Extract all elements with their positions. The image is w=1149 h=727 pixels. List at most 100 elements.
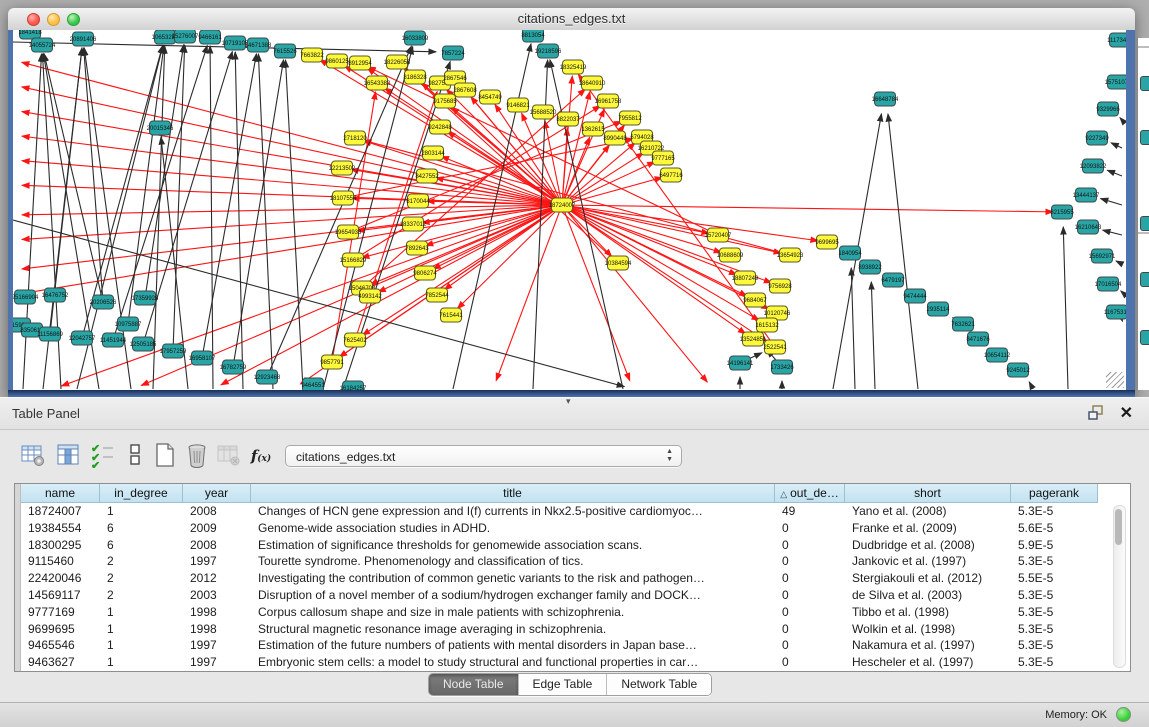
table-row[interactable]: 1872400712008Changes of HCN gene express… [21, 503, 1130, 520]
cell-short: de Silva et al. (2003) [845, 587, 1011, 604]
network-node-label: 7632621 [951, 322, 975, 328]
table-row[interactable]: 2242004622012Investigating the contribut… [21, 570, 1130, 587]
network-node-label: 18724007 [549, 203, 576, 209]
network-edge[interactable] [851, 268, 855, 389]
network-node-label: 10120746 [764, 311, 791, 317]
table-row[interactable]: 977716911998Corpus callosum shape and si… [21, 604, 1130, 621]
column-header-name[interactable]: name [21, 484, 100, 503]
network-edge[interactable] [562, 205, 630, 381]
window-titlebar[interactable]: citations_edges.txt [8, 8, 1135, 31]
network-edge[interactable] [364, 141, 562, 205]
table-row[interactable]: 946554611997Estimation of the future num… [21, 637, 1130, 654]
table-row[interactable]: 969969511998Structural magnetic resonanc… [21, 621, 1130, 638]
network-edge[interactable] [888, 114, 918, 389]
network-node-label: 9699695 [815, 240, 839, 246]
network-edge[interactable] [1111, 143, 1122, 148]
vertical-scrollbar[interactable] [1113, 505, 1126, 668]
cell-short: Yano et al. (2008) [845, 503, 1011, 520]
table-settings-icon[interactable] [18, 441, 48, 471]
network-edge[interactable] [562, 205, 1053, 212]
network-edge[interactable] [210, 46, 213, 389]
column-header-pagerank[interactable]: pagerank [1011, 484, 1098, 503]
network-edge[interactable] [562, 205, 746, 334]
network-edge[interactable] [871, 282, 875, 389]
table-row[interactable]: 911546021997Tourette syndrome. Phenomeno… [21, 553, 1130, 570]
network-edge[interactable] [1101, 199, 1122, 205]
network-edge[interactable] [22, 205, 562, 294]
column-header-year[interactable]: year [183, 484, 251, 503]
table-select-dropdown[interactable]: citations_edges.txt ▲▼ [285, 445, 682, 467]
network-node-label: 16033809 [402, 36, 429, 42]
network-node-label: 9860125 [325, 59, 349, 65]
network-edge[interactable] [562, 143, 635, 205]
select-rows-icon[interactable]: ✔✔✔ [88, 441, 118, 471]
network-edge[interactable] [1107, 170, 1122, 176]
row-height-icon[interactable] [120, 441, 150, 471]
network-edge[interactable] [235, 52, 243, 389]
cell-title: Estimation of significance thresholds fo… [251, 537, 775, 554]
cell-out_degree: 0 [775, 520, 845, 537]
memory-status-label: Memory: OK [1045, 709, 1107, 721]
cell-in_degree: 2 [100, 553, 183, 570]
network-node-label: 10975887 [115, 322, 142, 328]
table-tabbar: Node TableEdge TableNetwork Table [428, 673, 712, 696]
cell-short: Jankovic et al. (1997) [845, 553, 1011, 570]
cell-out_degree: 0 [775, 621, 845, 638]
cell-in_degree: 6 [100, 537, 183, 554]
cell-out_degree: 0 [775, 570, 845, 587]
network-node-label: 16184257 [340, 386, 367, 390]
table-row[interactable]: 1456911722003Disruption of a novel membe… [21, 587, 1130, 604]
network-node-label: 8170044 [406, 199, 430, 205]
column-header-in_degree[interactable]: in_degree [100, 484, 183, 503]
import-table-disabled-icon[interactable] [214, 441, 244, 471]
table-row[interactable]: 946362711997Embryonic stem cells: a mode… [21, 654, 1130, 671]
tab-node-table[interactable]: Node Table [429, 674, 519, 695]
cell-in_degree: 2 [100, 587, 183, 604]
network-edge[interactable] [84, 48, 103, 302]
network-edge[interactable] [258, 54, 273, 389]
network-edge[interactable] [23, 54, 42, 389]
column-header-out_degree[interactable]: △out_de… [775, 484, 845, 503]
cell-title: Disruption of a novel member of a sodium… [251, 587, 775, 604]
column-visibility-icon[interactable] [53, 441, 83, 471]
cell-pagerank: 5.9E-5 [1011, 537, 1098, 554]
network-edge[interactable] [1122, 320, 1123, 321]
cell-name: 14569117 [21, 587, 100, 604]
window-resize-grip[interactable] [1106, 372, 1124, 388]
close-panel-icon[interactable]: ✕ [1120, 403, 1133, 423]
network-edge[interactable] [1103, 230, 1122, 235]
network-edge[interactable] [562, 205, 818, 241]
cell-year: 1997 [183, 654, 251, 671]
network-node-label: 2522541 [763, 345, 787, 351]
scrollbar-thumb[interactable] [1115, 509, 1122, 545]
network-edge[interactable] [1029, 382, 1033, 389]
network-canvas[interactable]: 1872400789129541822605816543382818632898… [13, 30, 1126, 390]
delete-table-icon[interactable] [182, 441, 212, 471]
network-edge[interactable] [1120, 118, 1122, 120]
network-edge[interactable] [22, 205, 562, 269]
memory-status-indicator [1116, 707, 1131, 722]
table-row[interactable]: 1830029562008Estimation of significance … [21, 537, 1130, 554]
network-edge[interactable] [1121, 291, 1122, 292]
network-edge[interactable] [128, 46, 164, 324]
splitter-grip[interactable]: ▾ [566, 396, 571, 407]
network-node-label: 8813054 [521, 33, 545, 39]
tab-network-table[interactable]: Network Table [607, 674, 711, 695]
cell-name: 9699695 [21, 621, 100, 638]
network-edge[interactable] [1063, 227, 1068, 389]
network-edge[interactable] [562, 205, 759, 320]
new-table-icon[interactable] [150, 441, 180, 471]
float-panel-icon[interactable] [1088, 405, 1105, 421]
tab-edge-table[interactable]: Edge Table [519, 674, 608, 695]
table-row[interactable]: 1938455462009Genome-wide association stu… [21, 520, 1130, 537]
network-edge[interactable] [233, 60, 284, 367]
cell-in_degree: 1 [100, 604, 183, 621]
column-header-short[interactable]: short [845, 484, 1011, 503]
network-node-label: 12505185 [130, 342, 157, 348]
network-edge[interactable] [285, 60, 303, 389]
function-builder-icon[interactable]: f(x) [246, 441, 276, 471]
network-node-label: 12093822 [1080, 164, 1107, 170]
column-header-title[interactable]: title [251, 484, 775, 503]
network-edge[interactable] [1116, 261, 1122, 264]
network-edge[interactable] [362, 205, 562, 258]
